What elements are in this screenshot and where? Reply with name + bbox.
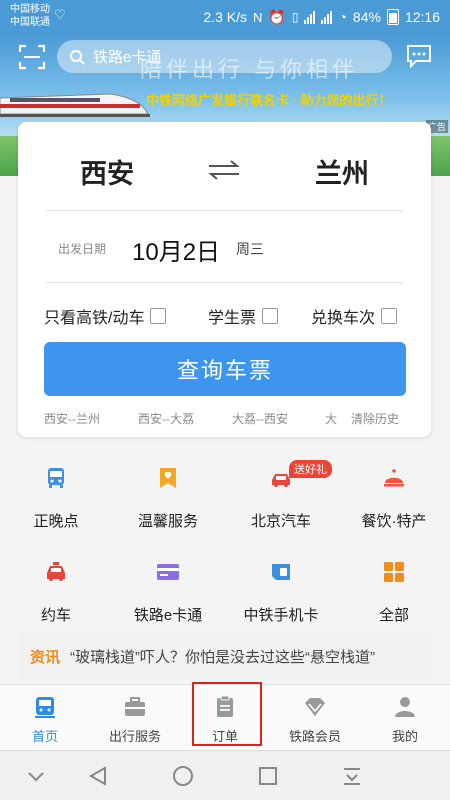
search-icon — [70, 49, 85, 65]
search-placeholder: 铁路e卡通 — [93, 49, 162, 66]
service-beijing-auto[interactable]: 送好礼 北京汽车 — [225, 460, 337, 536]
student-ticket-option[interactable]: 学生票 — [208, 304, 279, 328]
diamond-icon — [305, 698, 325, 716]
dining-icon — [384, 469, 404, 487]
status-bar: 中国移动 中国联通 ♡ 2.3 K/s N ⏰ ▯ ◔ 84% 12:16 — [0, 0, 450, 34]
from-station[interactable]: 西安 — [80, 152, 134, 191]
history-item[interactable]: 大荔--西安 — [232, 410, 288, 427]
high-speed-checkbox[interactable] — [150, 308, 167, 324]
banner-ad-text: 中铁网络广发银行联名卡 · 助力您的出行！ — [146, 93, 392, 108]
service-label: 全部 — [378, 607, 409, 624]
carrier-2: 中国联通 — [10, 17, 50, 28]
orders-tab-highlight — [192, 682, 262, 746]
service-ecard[interactable]: 铁路e卡通 — [112, 560, 224, 630]
tab-home[interactable]: 首页 — [0, 685, 90, 751]
tab-travel-services[interactable]: 出行服务 — [90, 685, 180, 751]
heart-icon: ♡ — [54, 7, 66, 22]
home-icon — [35, 697, 55, 718]
ticket-search-card: 西安 兰州 出发日期 10月2日 周三 只看高铁/动车 学生票 兑换车次 查询车… — [18, 122, 431, 437]
divider — [46, 210, 403, 211]
wifi-icon: ◔ — [338, 9, 347, 25]
tab-membership[interactable]: 铁路会员 — [270, 685, 360, 751]
service-label: 餐饮·特产 — [361, 513, 427, 530]
query-tickets-button[interactable]: 查询车票 — [44, 342, 406, 396]
recents-icon[interactable] — [256, 764, 280, 788]
history-item[interactable]: 西安--兰州 — [44, 410, 100, 427]
service-label: 正晚点 — [33, 513, 79, 530]
service-care[interactable]: 温馨服务 — [112, 466, 224, 536]
swap-icon[interactable] — [205, 158, 243, 182]
briefcase-icon — [125, 697, 145, 716]
back-icon[interactable] — [86, 764, 110, 788]
tab-label: 首页 — [31, 729, 58, 744]
departure-date[interactable]: 10月2日 — [132, 232, 220, 267]
sim-card-icon — [272, 564, 290, 580]
service-taxi[interactable]: 约车 — [0, 560, 112, 630]
nfc-icon: N — [253, 9, 263, 25]
service-label: 中铁手机卡 — [243, 607, 319, 624]
service-dining[interactable]: 餐饮·特产 — [338, 466, 450, 536]
alarm-icon: ⏰ — [268, 8, 286, 25]
news-ticker[interactable]: 资讯 “玻璃栈道”吓人？你怕是没去过这些“悬空栈道” — [18, 632, 431, 680]
news-headline[interactable]: “玻璃栈道”吓人？你怕是没去过这些“悬空栈道” — [70, 646, 375, 667]
vibrate-icon: ▯ — [291, 10, 299, 24]
heart-tag-icon — [160, 468, 176, 488]
scan-icon[interactable] — [18, 44, 46, 70]
clear-history-button[interactable]: 清除历史 — [351, 410, 399, 427]
system-nav-bar — [0, 750, 450, 800]
message-icon[interactable] — [406, 44, 432, 68]
train-image — [0, 93, 150, 117]
search-input[interactable]: 铁路e卡通 — [57, 40, 392, 73]
history-item[interactable]: 大 — [325, 410, 337, 427]
carrier-1: 中国移动 — [10, 4, 50, 15]
card-icon — [157, 564, 179, 580]
signal-icon-2 — [321, 10, 333, 24]
bus-icon — [48, 468, 64, 488]
tab-label: 我的 — [391, 729, 418, 744]
service-punctuality[interactable]: 正晚点 — [0, 466, 112, 536]
home-button-icon[interactable] — [171, 764, 195, 788]
grid-icon — [384, 562, 404, 582]
taxi-icon — [47, 562, 65, 581]
exchange-checkbox[interactable] — [381, 308, 398, 324]
weekday: 周三 — [236, 241, 264, 257]
tab-label: 出行服务 — [108, 729, 161, 744]
history-item[interactable]: 西安--大荔 — [138, 410, 194, 427]
network-speed: 2.3 K/s — [203, 9, 248, 25]
divider — [46, 282, 403, 283]
exchange-train-option[interactable]: 兑换车次 — [311, 304, 398, 328]
collapse-icon[interactable] — [24, 764, 48, 788]
gift-badge: 送好礼 — [289, 460, 332, 478]
option-label: 只看高铁/动车 — [44, 310, 145, 327]
news-tag: 资讯 — [30, 648, 61, 666]
carrier-info: 中国移动 中国联通 — [10, 3, 50, 29]
option-label: 兑换车次 — [311, 310, 376, 327]
signal-icon-1 — [304, 10, 316, 24]
notification-pull-icon[interactable] — [340, 764, 364, 788]
tab-label: 铁路会员 — [288, 729, 341, 744]
service-label: 温馨服务 — [137, 513, 198, 530]
service-all[interactable]: 全部 — [338, 560, 450, 630]
student-checkbox[interactable] — [262, 308, 279, 324]
battery-icon — [386, 9, 399, 25]
battery-level: 84% — [352, 9, 381, 25]
date-label: 出发日期 — [58, 242, 107, 256]
clock: 12:16 — [404, 9, 440, 25]
option-label: 学生票 — [208, 310, 257, 327]
service-sim-card[interactable]: 中铁手机卡 — [225, 560, 337, 630]
service-label: 北京汽车 — [250, 513, 311, 530]
tab-mine[interactable]: 我的 — [360, 685, 450, 751]
service-label: 约车 — [40, 607, 71, 624]
user-icon — [395, 697, 415, 717]
to-station[interactable]: 兰州 — [315, 152, 369, 191]
service-label: 铁路e卡通 — [133, 607, 203, 624]
high-speed-only-option[interactable]: 只看高铁/动车 — [44, 304, 167, 328]
